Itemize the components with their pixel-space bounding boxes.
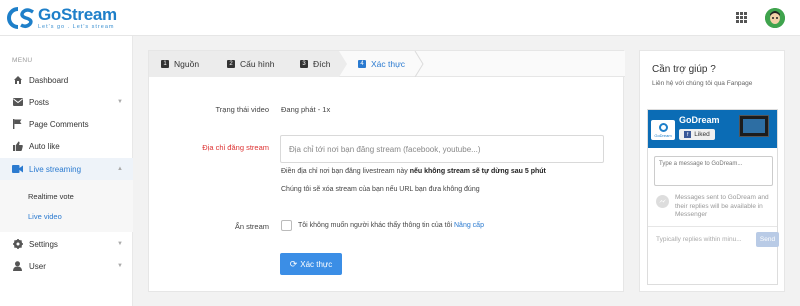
sidebar-item-label: Posts	[29, 97, 50, 107]
facebook-icon: f	[684, 131, 692, 138]
top-bar: GoStream Let's go . Let's stream	[0, 0, 800, 36]
logo-name: GoStream	[38, 4, 117, 24]
liked-button[interactable]: f Liked	[679, 129, 715, 140]
sidebar-item-page-comments[interactable]: Page Comments	[0, 113, 133, 135]
step-config[interactable]: 2 Cấu hình	[227, 51, 275, 77]
upgrade-link[interactable]: Nâng cấp	[454, 222, 484, 229]
thumb-up-icon	[12, 141, 23, 152]
stream-address-input[interactable]	[280, 135, 604, 163]
mail-icon	[12, 97, 23, 108]
hide-stream-checkbox[interactable]	[281, 220, 292, 231]
stream-address-label: Địa chỉ đăng stream	[202, 143, 269, 152]
status-label: Trạng thái video	[215, 105, 269, 114]
message-input[interactable]	[654, 156, 773, 186]
chevron-down-icon: ▼	[117, 241, 123, 247]
gostream-logo[interactable]: GoStream Let's go . Let's stream	[6, 4, 117, 32]
sidebar-item-dashboard[interactable]: Dashboard	[0, 69, 133, 91]
sidebar-item-auto-like[interactable]: Auto like	[0, 135, 133, 157]
sidebar-item-settings[interactable]: Settings ▼	[0, 233, 133, 255]
step-number: 2	[227, 60, 235, 68]
page-logo: GoDream	[651, 120, 675, 140]
sidebar-item-label: Auto like	[29, 141, 60, 151]
step-source[interactable]: 1 Nguồn	[161, 51, 199, 77]
laptop-icon	[739, 115, 769, 137]
chevron-down-icon: ▼	[117, 99, 123, 105]
video-camera-icon	[12, 164, 23, 175]
stream-setup-card: 1 Nguồn 2 Cấu hình 3 Đích 4 Xác thực Trạ…	[148, 50, 625, 292]
logo-mark-icon	[6, 6, 36, 30]
flag-icon	[12, 119, 23, 130]
chevron-down-icon: ▼	[117, 263, 123, 269]
send-button[interactable]: Send	[756, 232, 779, 247]
divider	[648, 226, 777, 227]
step-label: Cấu hình	[240, 59, 275, 69]
user-icon	[12, 261, 23, 272]
menu-title: MENU	[12, 57, 33, 64]
hide-stream-text: Tôi không muốn người khác thấy thông tin…	[298, 222, 484, 229]
step-number: 3	[300, 60, 308, 68]
sidebar-item-label: Live streaming	[29, 164, 82, 174]
live-streaming-submenu: Realtime vote Live video	[0, 180, 133, 232]
messenger-note: Messages sent to GoDream and their repli…	[675, 194, 769, 218]
verify-button-label: Xác thực	[300, 259, 333, 269]
step-label: Nguồn	[174, 59, 200, 69]
step-number: 4	[358, 60, 366, 68]
address-hint: Điền địa chỉ nơi bạn đăng livestream này…	[281, 168, 546, 175]
facebook-page-widget: GoDream GoDream f Liked Messages sent to…	[647, 109, 779, 285]
status-value: Đang phát - 1x	[281, 105, 331, 114]
sidebar: MENU Dashboard Posts ▼ Page Comments Aut…	[0, 36, 133, 306]
home-icon	[12, 75, 23, 86]
sidebar-item-label: User	[29, 261, 46, 271]
gear-icon	[12, 239, 23, 250]
apps-grid-icon[interactable]	[736, 12, 747, 23]
wizard-steps: 1 Nguồn 2 Cấu hình 3 Đích 4 Xác thực	[149, 51, 625, 77]
address-hint-secondary: Chúng tôi sẽ xóa stream của bạn nếu URL …	[281, 186, 480, 193]
messenger-icon	[656, 195, 669, 208]
page-cover-image[interactable]: GoDream GoDream f Liked	[648, 110, 777, 148]
address-hint-warning: nếu không stream sẽ tự dừng sau 5 phút	[409, 168, 546, 175]
page-name[interactable]: GoDream	[679, 115, 720, 125]
sidebar-subitem-live-video[interactable]: Live video	[28, 212, 62, 221]
step-number: 1	[161, 60, 169, 68]
sidebar-item-label: Page Comments	[29, 119, 89, 129]
step-verify[interactable]: 4 Xác thực	[358, 51, 405, 77]
help-title: Cần trợ giúp ?	[652, 64, 716, 75]
sidebar-item-live-streaming[interactable]: Live streaming ▲	[0, 158, 133, 180]
chevron-up-icon: ▲	[117, 166, 123, 172]
step-label: Xác thực	[371, 59, 406, 69]
sidebar-subitem-realtime-vote[interactable]: Realtime vote	[28, 192, 74, 201]
refresh-icon: ⟳	[289, 258, 298, 269]
reply-time-text: Typically replies within minu...	[656, 236, 742, 243]
logo-tagline: Let's go . Let's stream	[38, 23, 115, 30]
help-panel: Cần trợ giúp ? Liên hệ với chúng tôi qua…	[639, 50, 785, 292]
help-subtitle: Liên hệ với chúng tôi qua Fanpage	[652, 80, 753, 87]
step-destination[interactable]: 3 Đích	[300, 51, 330, 77]
hide-stream-label: Ẩn stream	[234, 222, 269, 231]
sidebar-item-user[interactable]: User ▼	[0, 255, 133, 277]
sidebar-item-posts[interactable]: Posts ▼	[0, 91, 133, 113]
step-label: Đích	[313, 59, 331, 69]
step-separator-icon	[414, 51, 424, 77]
liked-label: Liked	[694, 131, 710, 138]
sidebar-item-label: Dashboard	[29, 75, 69, 85]
page-logo-text: GoDream	[654, 132, 672, 138]
avatar[interactable]	[765, 8, 785, 28]
sidebar-item-label: Settings	[29, 239, 58, 249]
verify-button[interactable]: ⟳ Xác thực	[280, 253, 342, 275]
